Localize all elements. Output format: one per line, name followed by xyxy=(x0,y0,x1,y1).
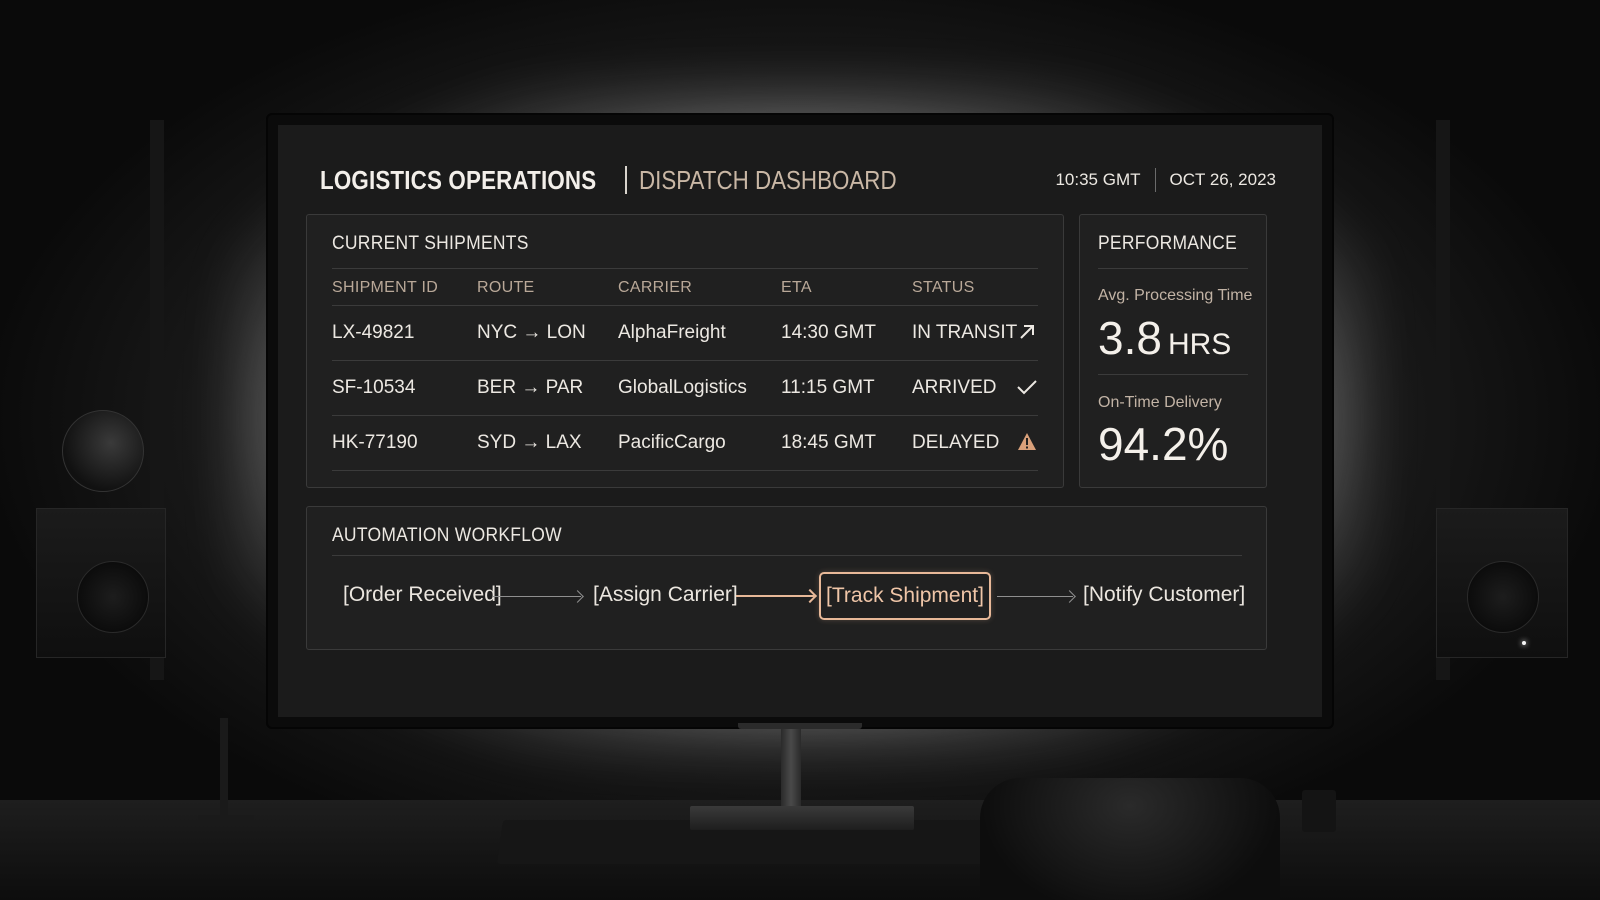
right-speaker xyxy=(1436,508,1568,658)
app-title: LOGISTICS OPERATIONS xyxy=(320,164,597,195)
divider xyxy=(1098,374,1248,375)
divider xyxy=(332,470,1038,471)
clock-date: OCT 26, 2023 xyxy=(1169,170,1276,189)
monitor-stand-base xyxy=(690,806,914,830)
col-header-route[interactable]: ROUTE xyxy=(477,279,535,297)
clock-divider xyxy=(1154,168,1156,192)
title-divider xyxy=(625,166,628,194)
on-time-label: On-Time Delivery xyxy=(1098,394,1222,411)
cell-route: SYD → LAX xyxy=(477,432,582,453)
room-background: LOGISTICS OPERATIONS DISPATCH DASHBOARD … xyxy=(0,0,1600,900)
cell-carrier: PacificCargo xyxy=(618,432,726,453)
col-header-eta[interactable]: ETA xyxy=(781,279,812,297)
webcam xyxy=(62,410,144,492)
monitor-chin xyxy=(738,723,862,729)
speaker-led xyxy=(1522,641,1526,645)
app-subtitle: DISPATCH DASHBOARD xyxy=(639,164,897,195)
cell-eta: 18:45 GMT xyxy=(781,432,877,453)
workflow-panel: AUTOMATION WORKFLOW [Order Received] [As… xyxy=(306,506,1267,650)
monitor: LOGISTICS OPERATIONS DISPATCH DASHBOARD … xyxy=(268,115,1332,729)
col-header-shipment-id[interactable]: SHIPMENT ID xyxy=(332,279,438,297)
workflow-arrow-active xyxy=(736,595,814,597)
warning-icon xyxy=(1018,433,1036,450)
divider xyxy=(1098,268,1248,269)
divider xyxy=(332,415,1038,416)
cell-status: ARRIVED xyxy=(912,377,997,398)
cell-carrier: AlphaFreight xyxy=(618,322,726,343)
col-header-status[interactable]: STATUS xyxy=(912,279,975,297)
cell-eta: 11:15 GMT xyxy=(781,377,875,398)
avg-processing-unit: HRS xyxy=(1167,328,1232,361)
workflow-step-assign-carrier[interactable]: [Assign Carrier] xyxy=(593,583,738,607)
header-clock: 10:35 GMT OCT 26, 2023 xyxy=(1055,167,1276,193)
divider xyxy=(332,555,1242,556)
shipments-title: CURRENT SHIPMENTS xyxy=(332,233,529,254)
col-header-carrier[interactable]: CARRIER xyxy=(618,279,692,297)
workflow-step-notify-customer[interactable]: [Notify Customer] xyxy=(1083,583,1245,607)
divider xyxy=(332,268,1038,269)
performance-panel: PERFORMANCE Avg. Processing Time 3.8 HRS … xyxy=(1079,214,1267,488)
divider xyxy=(332,305,1038,306)
performance-title: PERFORMANCE xyxy=(1098,233,1238,254)
pen-holder xyxy=(198,815,254,823)
workflow-arrow xyxy=(997,596,1073,597)
cell-status: DELAYED xyxy=(912,432,1000,453)
cell-shipment-id: LX-49821 xyxy=(332,322,415,343)
cell-eta: 14:30 GMT xyxy=(781,322,877,343)
checkmark-icon xyxy=(1017,380,1037,395)
page-title: LOGISTICS OPERATIONS DISPATCH DASHBOARD xyxy=(320,165,939,195)
workflow-step-order-received[interactable]: [Order Received] xyxy=(343,583,502,607)
workflow-step-track-shipment[interactable]: [Track Shipment] xyxy=(819,572,991,620)
arrow-up-right-icon xyxy=(1020,325,1034,339)
cell-route: NYC → LON xyxy=(477,322,586,343)
cell-status: IN TRANSIT xyxy=(912,322,1018,343)
cell-route: BER → PAR xyxy=(477,377,584,398)
cell-shipment-id: HK-77190 xyxy=(332,432,418,453)
clock-time: 10:35 GMT xyxy=(1055,170,1141,189)
cell-carrier: GlobalLogistics xyxy=(618,377,747,398)
avg-processing-label: Avg. Processing Time xyxy=(1098,287,1253,304)
on-time-value: 94.2% xyxy=(1098,418,1229,470)
left-speaker xyxy=(36,508,166,658)
workflow-arrow xyxy=(493,596,581,597)
chair xyxy=(980,778,1280,900)
avg-processing-value: 3.8 HRS xyxy=(1098,311,1231,365)
pen xyxy=(220,718,228,818)
cup xyxy=(1302,790,1336,832)
shipments-panel: CURRENT SHIPMENTS SHIPMENT ID ROUTE CARR… xyxy=(306,214,1064,488)
cell-shipment-id: SF-10534 xyxy=(332,377,416,398)
workflow-title: AUTOMATION WORKFLOW xyxy=(332,525,562,546)
divider xyxy=(332,360,1038,361)
avg-processing-number: 3.8 xyxy=(1098,312,1162,364)
dashboard-screen: LOGISTICS OPERATIONS DISPATCH DASHBOARD … xyxy=(278,125,1322,717)
